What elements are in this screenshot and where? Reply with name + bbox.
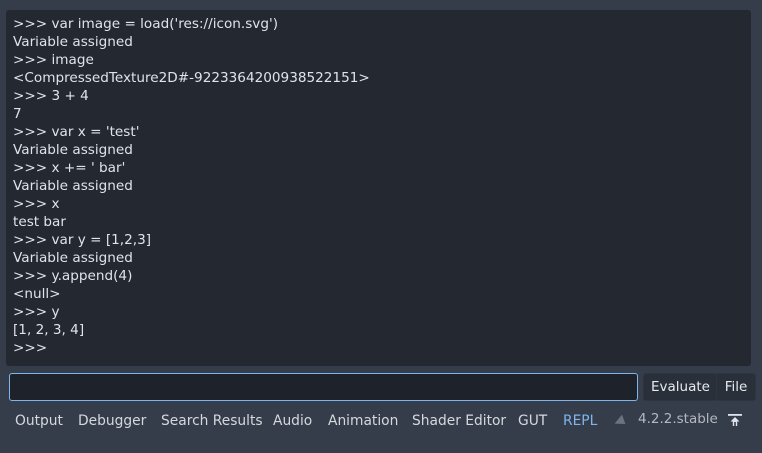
output-line: test bar	[13, 214, 66, 230]
output-line: Variable assigned	[13, 178, 133, 194]
output-line: Variable assigned	[13, 250, 133, 266]
output-line: >>> x	[13, 196, 60, 212]
pin-icon[interactable]	[612, 415, 626, 427]
tab-search-results[interactable]: Search Results	[161, 405, 263, 437]
tab-shader-editor[interactable]: Shader Editor	[412, 405, 506, 437]
repl-output[interactable]: >>> var image = load('res://icon.svg') V…	[6, 10, 751, 366]
output-line: >>> var x = 'test'	[13, 124, 140, 140]
file-button[interactable]: File	[716, 373, 756, 401]
output-line: >>> image	[13, 52, 94, 68]
output-line: <CompressedTexture2D#-922336420093852215…	[13, 70, 370, 86]
engine-version: 4.2.2.stable	[638, 411, 718, 427]
tab-output[interactable]: Output	[15, 405, 63, 437]
output-line: >>> var y = [1,2,3]	[13, 232, 152, 248]
output-line: >>> var image = load('res://icon.svg')	[13, 16, 279, 32]
tab-repl[interactable]: REPL	[563, 405, 597, 437]
output-line: [1, 2, 3, 4]	[13, 322, 85, 338]
output-line: >>> y.append(4)	[13, 268, 133, 284]
tab-gut[interactable]: GUT	[518, 405, 547, 437]
repl-input-row: Evaluate File	[9, 373, 756, 401]
repl-editor-panel: >>> var image = load('res://icon.svg') V…	[0, 0, 762, 453]
repl-command-input[interactable]	[9, 373, 638, 401]
output-line: >>>	[13, 340, 48, 356]
tab-debugger[interactable]: Debugger	[78, 405, 146, 437]
output-line: <null>	[13, 286, 61, 302]
output-line: >>> 3 + 4	[13, 88, 89, 104]
output-line: Variable assigned	[13, 142, 133, 158]
tab-audio[interactable]: Audio	[273, 405, 312, 437]
output-line: 7	[13, 106, 22, 122]
output-line: Variable assigned	[13, 34, 133, 50]
bottom-panel-tabs: Output Debugger Search Results Audio Ani…	[0, 405, 762, 437]
output-line: >>> x += ' bar'	[13, 160, 126, 176]
tab-animation[interactable]: Animation	[328, 405, 398, 437]
collapse-panel-icon[interactable]	[726, 411, 744, 429]
output-line: >>> y	[13, 304, 60, 320]
evaluate-button[interactable]: Evaluate	[643, 373, 718, 401]
